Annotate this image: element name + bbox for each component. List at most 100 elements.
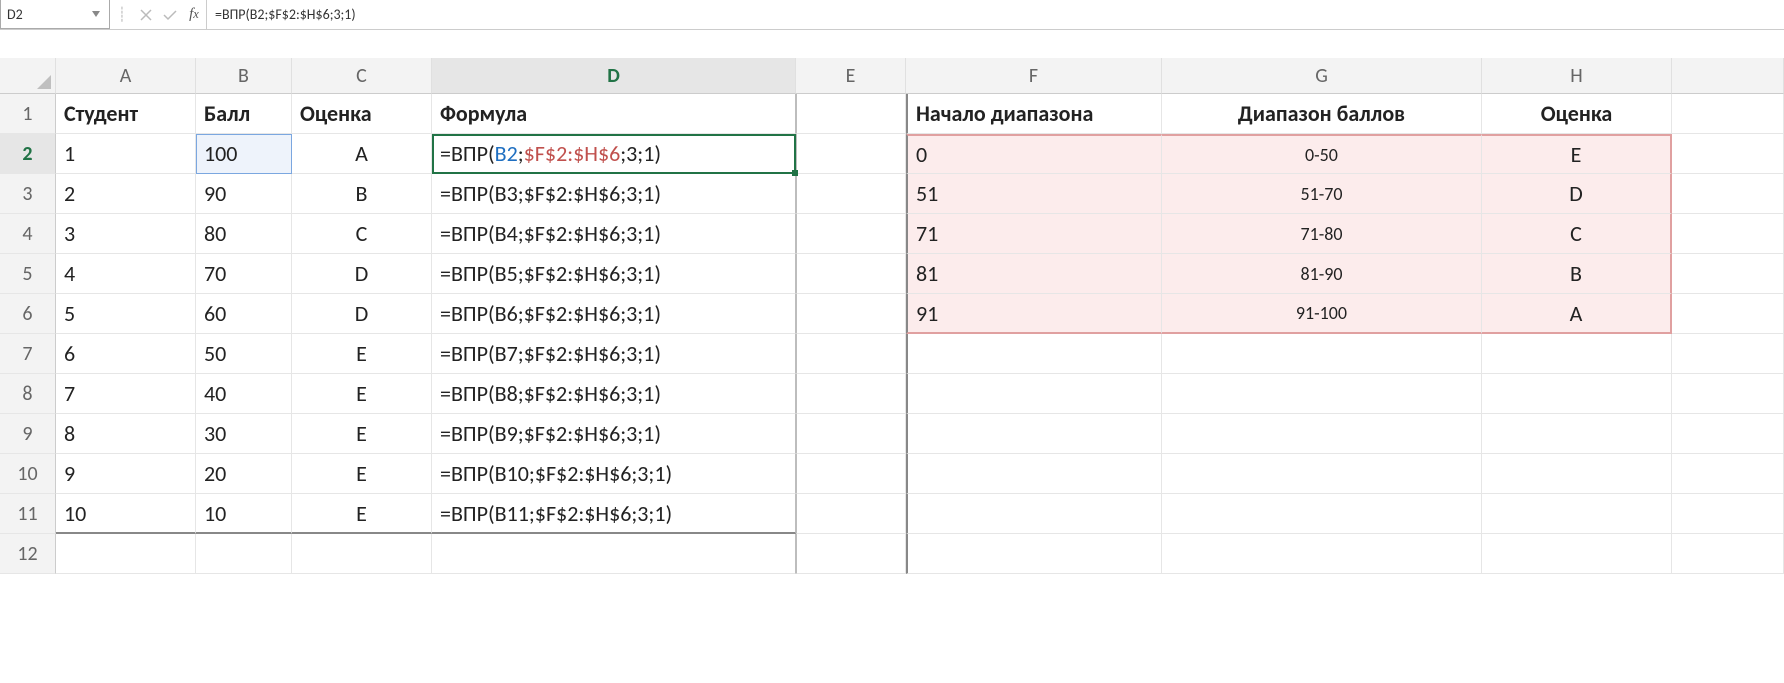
row-header[interactable]: 11 [0, 494, 56, 534]
cell[interactable]: =ВПР(B4;$F$2:$H$6;3;1) [432, 214, 796, 254]
cell[interactable]: =ВПР(B7;$F$2:$H$6;3;1) [432, 334, 796, 374]
cell[interactable] [906, 334, 1162, 374]
cell[interactable] [292, 534, 432, 574]
cell[interactable] [796, 454, 906, 494]
cell[interactable]: E [292, 454, 432, 494]
cell[interactable]: 91 [906, 294, 1162, 334]
cell[interactable]: D [292, 294, 432, 334]
cell[interactable]: 80 [196, 214, 292, 254]
cell[interactable] [1482, 374, 1672, 414]
cell[interactable]: Формула [432, 94, 796, 134]
cell[interactable]: Оценка [292, 94, 432, 134]
cell[interactable]: E [292, 414, 432, 454]
cell[interactable] [1672, 134, 1784, 174]
cell[interactable] [1672, 174, 1784, 214]
cell-selected[interactable]: =ВПР(B2;$F$2:$H$6;3;1) [432, 134, 796, 174]
cell[interactable] [1162, 454, 1482, 494]
cell[interactable]: 0-50 [1162, 134, 1482, 174]
cell[interactable] [1482, 414, 1672, 454]
cell[interactable]: =ВПР(B5;$F$2:$H$6;3;1) [432, 254, 796, 294]
cell[interactable] [1672, 454, 1784, 494]
cell[interactable]: 1 [56, 134, 196, 174]
cell[interactable] [56, 534, 196, 574]
col-header-H[interactable]: H [1482, 58, 1672, 94]
cancel-icon[interactable] [134, 0, 158, 29]
cell[interactable]: E [292, 494, 432, 534]
cell[interactable] [796, 414, 906, 454]
cell[interactable]: E [292, 374, 432, 414]
col-header-C[interactable]: C [292, 58, 432, 94]
cell[interactable] [796, 94, 906, 134]
cell[interactable] [1162, 534, 1482, 574]
cell[interactable]: Диапазон баллов [1162, 94, 1482, 134]
cell[interactable] [196, 534, 292, 574]
fx-icon[interactable]: fx [182, 0, 206, 29]
cell[interactable]: 9 [56, 454, 196, 494]
cell[interactable]: 0 [906, 134, 1162, 174]
cell[interactable] [796, 334, 906, 374]
cell[interactable]: =ВПР(B10;$F$2:$H$6;3;1) [432, 454, 796, 494]
cell[interactable] [1162, 334, 1482, 374]
cell[interactable] [796, 254, 906, 294]
row-header[interactable]: 9 [0, 414, 56, 454]
cell[interactable]: 20 [196, 454, 292, 494]
cell[interactable] [1672, 494, 1784, 534]
col-header-G[interactable]: G [1162, 58, 1482, 94]
cell[interactable]: 81-90 [1162, 254, 1482, 294]
cell[interactable]: 51-70 [1162, 174, 1482, 214]
cell[interactable] [796, 534, 906, 574]
cell[interactable] [906, 494, 1162, 534]
enter-icon[interactable] [158, 0, 182, 29]
cell[interactable] [796, 374, 906, 414]
cell[interactable]: Начало диапазона [906, 94, 1162, 134]
cell[interactable] [796, 294, 906, 334]
cell[interactable] [1672, 254, 1784, 294]
col-header-D[interactable]: D [432, 58, 796, 94]
cell[interactable]: 10 [196, 494, 292, 534]
cell[interactable]: B [292, 174, 432, 214]
cell[interactable]: =ВПР(B8;$F$2:$H$6;3;1) [432, 374, 796, 414]
col-header-B[interactable]: B [196, 58, 292, 94]
cell[interactable] [1672, 94, 1784, 134]
cell[interactable]: 6 [56, 334, 196, 374]
cell[interactable]: =ВПР(B6;$F$2:$H$6;3;1) [432, 294, 796, 334]
cell[interactable]: =ВПР(B3;$F$2:$H$6;3;1) [432, 174, 796, 214]
cell[interactable] [1482, 334, 1672, 374]
cell[interactable]: 40 [196, 374, 292, 414]
cell[interactable]: C [292, 214, 432, 254]
row-header[interactable]: 2 [0, 134, 56, 174]
chevron-down-icon[interactable] [89, 7, 103, 21]
col-header-F[interactable]: F [906, 58, 1162, 94]
cell[interactable]: B [1482, 254, 1672, 294]
col-header-A[interactable]: A [56, 58, 196, 94]
cell[interactable]: Оценка [1482, 94, 1672, 134]
cell[interactable]: 51 [906, 174, 1162, 214]
cell[interactable]: 81 [906, 254, 1162, 294]
cell[interactable] [906, 534, 1162, 574]
cell[interactable] [1482, 534, 1672, 574]
cell[interactable] [1672, 414, 1784, 454]
cell[interactable]: 100 [196, 134, 292, 174]
cell[interactable]: C [1482, 214, 1672, 254]
row-header[interactable]: 12 [0, 534, 56, 574]
cell[interactable] [1482, 454, 1672, 494]
cell[interactable]: D [292, 254, 432, 294]
cell[interactable]: Балл [196, 94, 292, 134]
cell[interactable] [1672, 534, 1784, 574]
cell[interactable]: 70 [196, 254, 292, 294]
row-header[interactable]: 10 [0, 454, 56, 494]
cell[interactable]: E [1482, 134, 1672, 174]
row-header[interactable]: 3 [0, 174, 56, 214]
cell[interactable] [796, 174, 906, 214]
cell[interactable]: 3 [56, 214, 196, 254]
row-header[interactable]: 7 [0, 334, 56, 374]
cell[interactable] [1672, 214, 1784, 254]
cell[interactable]: 2 [56, 174, 196, 214]
cell[interactable] [1672, 374, 1784, 414]
cell[interactable]: 30 [196, 414, 292, 454]
cell[interactable]: A [1482, 294, 1672, 334]
cell[interactable]: 90 [196, 174, 292, 214]
cell[interactable] [1672, 294, 1784, 334]
formula-input[interactable]: =ВПР(B2;$F$2:$H$6;3;1) [206, 0, 1784, 29]
cell[interactable]: 4 [56, 254, 196, 294]
